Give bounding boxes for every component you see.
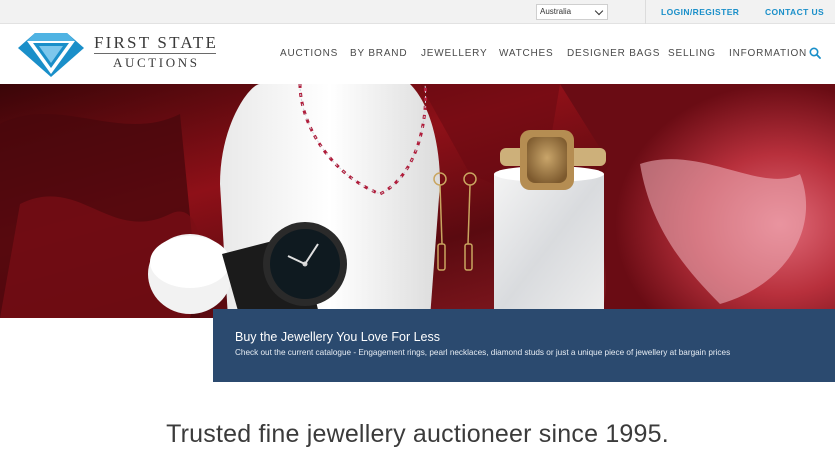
hero-banner[interactable] — [0, 84, 835, 318]
page-tagline: Trusted fine jewellery auctioneer since … — [166, 420, 669, 448]
hero-caption-text: Check out the current catalogue - Engage… — [235, 348, 731, 357]
site-header: FIRST STATE AUCTIONS AUCTIONS BY BRAND J… — [0, 24, 835, 84]
chevron-down-icon — [594, 6, 604, 16]
search-icon[interactable] — [809, 47, 821, 59]
topbar-divider — [645, 0, 646, 24]
country-select-value: Australia — [540, 7, 572, 16]
diamond-logo-icon — [18, 33, 84, 77]
nav-watches[interactable]: WATCHES — [499, 24, 554, 84]
country-select[interactable]: Australia — [536, 4, 608, 20]
nav-selling[interactable]: SELLING — [668, 24, 716, 84]
nav-auctions[interactable]: AUCTIONS — [280, 24, 338, 84]
hero-image — [0, 84, 835, 318]
hero-caption[interactable]: Buy the Jewellery You Love For Less Chec… — [213, 309, 835, 382]
logo-text-secondary: AUCTIONS — [113, 55, 200, 70]
hero-caption-title: Buy the Jewellery You Love For Less — [235, 330, 440, 344]
top-utility-bar: Australia LOGIN/REGISTER CONTACT US — [0, 0, 835, 24]
logo-text-primary: FIRST STATE — [94, 33, 219, 52]
nav-information[interactable]: INFORMATION — [729, 24, 807, 84]
contact-us-link[interactable]: CONTACT US — [765, 0, 824, 24]
nav-designer-bags[interactable]: DESIGNER BAGS — [567, 24, 660, 84]
nav-jewellery[interactable]: JEWELLERY — [421, 24, 487, 84]
nav-by-brand[interactable]: BY BRAND — [350, 24, 407, 84]
login-register-link[interactable]: LOGIN/REGISTER — [661, 0, 739, 24]
logo-divider — [94, 53, 216, 54]
